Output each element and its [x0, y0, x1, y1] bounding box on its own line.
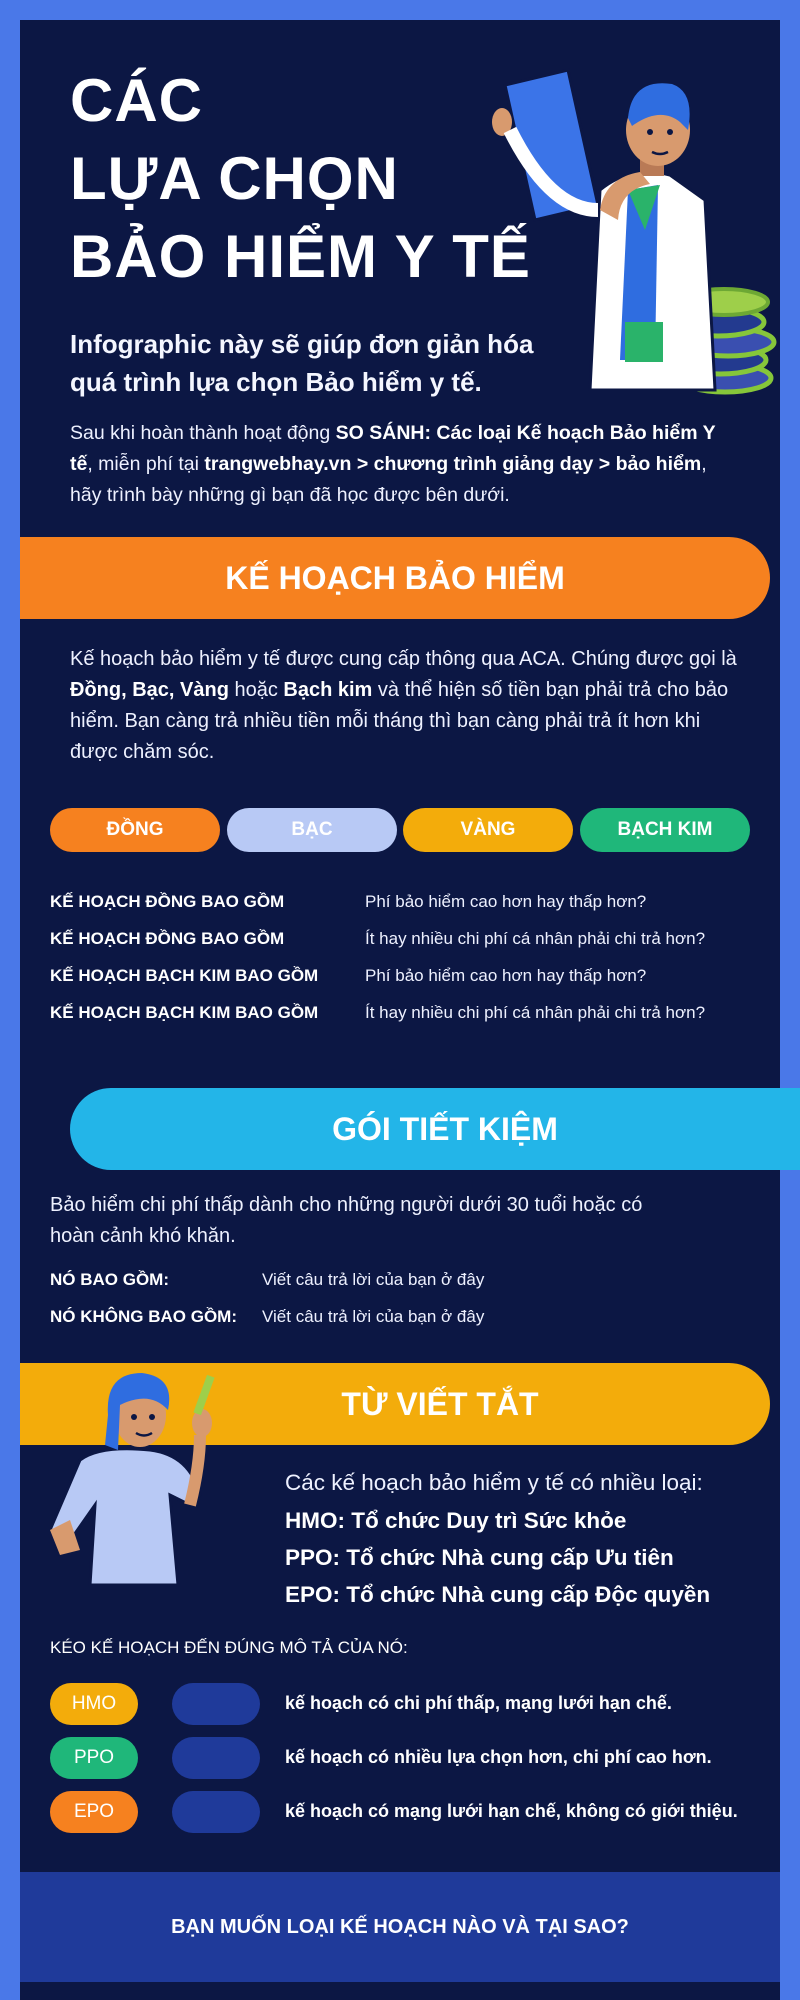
title-line: BẢO HIỂM Y TẾ: [70, 223, 531, 290]
plan-row-question[interactable]: Ít hay nhiều chi phí cá nhân phải chi tr…: [365, 929, 705, 949]
savings-row-label: NÓ KHÔNG BAO GỒM:: [50, 1307, 237, 1326]
savings-description: Bảo hiểm chi phí thấp dành cho những ngư…: [50, 1194, 643, 1247]
plan-row-label: KẾ HOẠCH BẠCH KIM BAO GỒM: [50, 1003, 319, 1022]
desc-link-path: trangwebhay.vn > chương trình giảng dạy …: [204, 453, 702, 475]
drag-tag-ppo[interactable]: PPO: [50, 1737, 138, 1779]
para-part: Kế hoạch bảo hiểm y tế được cung cấp thô…: [70, 648, 737, 670]
plans-paragraph: Kế hoạch bảo hiểm y tế được cung cấp thô…: [70, 644, 750, 768]
tier-pill-gold: VÀNG: [403, 808, 573, 852]
desc-part: , miễn phí tại: [87, 453, 205, 475]
abbreviation-ppo: PPO: Tổ chức Nhà cung cấp Ưu tiên: [285, 1545, 674, 1570]
nurse-illustration: [50, 1373, 215, 1587]
plan-row-question[interactable]: Phí bảo hiểm cao hơn hay thấp hơn?: [365, 966, 646, 986]
instruction-text: Sau khi hoàn thành hoạt động SO SÁNH: Cá…: [70, 418, 730, 511]
tier-pill-platinum: BẠCH KIM: [580, 808, 750, 852]
savings-answer-field[interactable]: Viết câu trả lời của bạn ở đây: [262, 1270, 484, 1290]
para-bold: Bạch kim: [283, 679, 373, 701]
match-description: kế hoạch có nhiều lựa chọn hơn, chi phí …: [285, 1747, 712, 1767]
match-description: kế hoạch có mạng lưới hạn chế, không có …: [285, 1801, 738, 1821]
footer-question: BẠN MUỐN LOẠI KẾ HOẠCH NÀO VÀ TẠI SAO?: [20, 1872, 780, 1982]
drag-tag-epo[interactable]: EPO: [50, 1791, 138, 1833]
page-title: CÁC LỰA CHỌN BẢO HIỂM Y TẾ: [70, 62, 531, 296]
abbreviation-epo: EPO: Tổ chức Nhà cung cấp Độc quyền: [285, 1582, 711, 1607]
para-part: hoặc: [228, 679, 284, 701]
intro-text: Infographic này sẽ giúp đơn giản hóa quá…: [70, 329, 534, 397]
drop-slot[interactable]: [172, 1737, 260, 1779]
drop-slot[interactable]: [172, 1791, 260, 1833]
tier-pill-silver: BẠC: [227, 808, 397, 852]
savings-banner: GÓI TIẾT KIỆM: [70, 1088, 800, 1170]
plan-row-question[interactable]: Phí bảo hiểm cao hơn hay thấp hơn?: [365, 892, 646, 912]
plans-banner: KẾ HOẠCH BẢO HIỂM: [20, 537, 770, 619]
plan-row-label: KẾ HOẠCH ĐỒNG BAO GỒM: [50, 892, 285, 911]
drop-slot[interactable]: [172, 1683, 260, 1725]
infographic-page: CÁC LỰA CHỌN BẢO HIỂM Y TẾ Infographic n…: [20, 20, 800, 2000]
para-bold: Đồng, Bạc, Vàng: [70, 679, 229, 701]
drag-instruction: KÉO KẾ HOẠCH ĐẾN ĐÚNG MÔ TẢ CỦA NÓ:: [50, 1638, 408, 1657]
desc-part: Sau khi hoàn thành hoạt động: [70, 422, 336, 444]
abbreviation-hmo: HMO: Tổ chức Duy trì Sức khỏe: [285, 1508, 627, 1533]
tier-pill-bronze: ĐỒNG: [50, 808, 220, 852]
title-line: LỰA CHỌN: [70, 145, 399, 212]
savings-answer-field[interactable]: Viết câu trả lời của bạn ở đây: [262, 1307, 484, 1327]
plan-row-label: KẾ HOẠCH ĐỒNG BAO GỒM: [50, 929, 285, 948]
plan-row-label: KẾ HOẠCH BẠCH KIM BAO GỒM: [50, 966, 319, 985]
drag-tag-hmo[interactable]: HMO: [50, 1683, 138, 1725]
abbreviations-intro: Các kế hoạch bảo hiểm y tế có nhiều loại…: [285, 1470, 703, 1495]
plan-row-question[interactable]: Ít hay nhiều chi phí cá nhân phải chi tr…: [365, 1003, 705, 1023]
match-description: kế hoạch có chi phí thấp, mạng lưới hạn …: [285, 1693, 672, 1713]
title-line: CÁC: [70, 67, 203, 134]
savings-row-label: NÓ BAO GỒM:: [50, 1270, 169, 1289]
